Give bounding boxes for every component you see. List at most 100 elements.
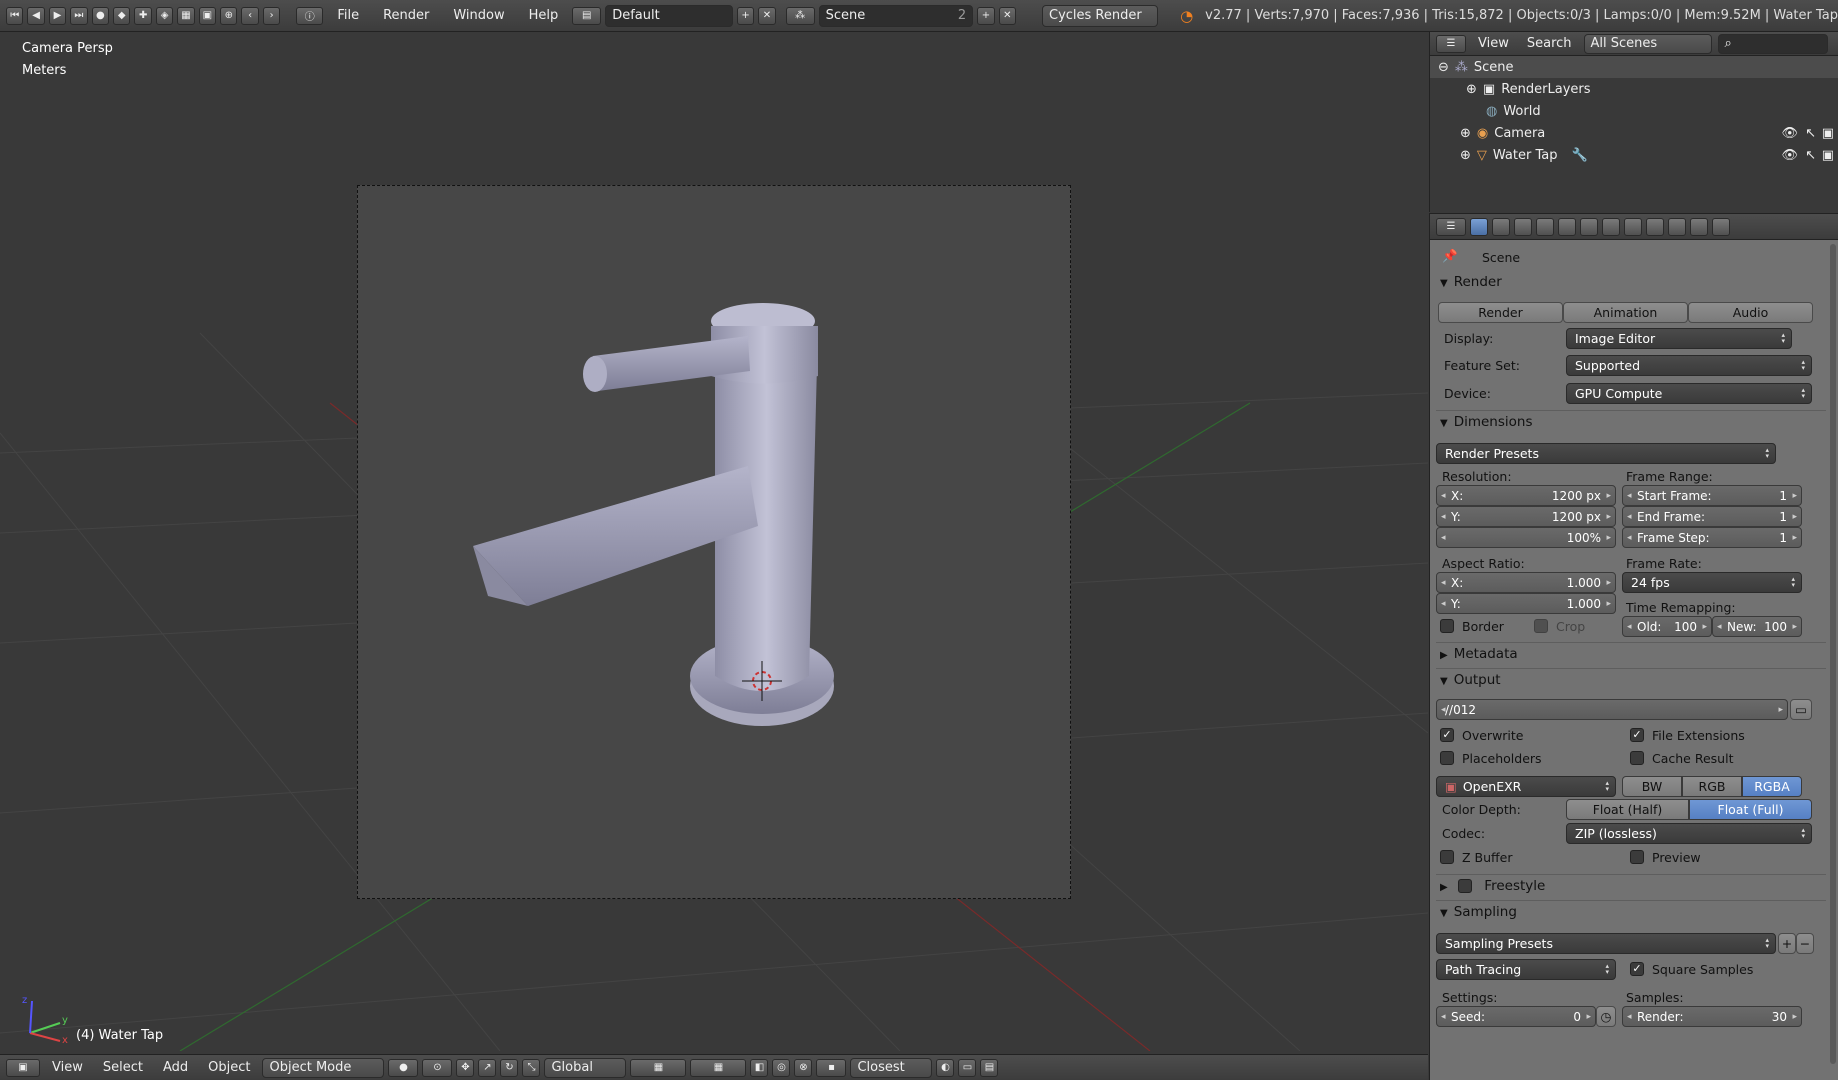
menu-object[interactable]: Object [200, 1060, 258, 1075]
expand-icon[interactable]: ⊕ [1460, 148, 1471, 163]
keying-icon[interactable]: ◆ [113, 6, 131, 25]
render-engine-select[interactable]: Cycles Render [1042, 4, 1159, 27]
render-tab-icon[interactable] [1470, 217, 1488, 236]
z-buffer-checkbox[interactable] [1440, 850, 1454, 864]
codec-select[interactable]: ZIP (lossless) [1566, 823, 1812, 844]
file-format-select[interactable]: ▣ OpenEXR [1436, 776, 1616, 797]
scene-field[interactable]: Scene 2 [818, 4, 974, 27]
remove-layout-icon[interactable]: ✕ [758, 6, 776, 25]
animation-button[interactable]: Animation [1563, 302, 1688, 323]
menu-view[interactable]: View [44, 1060, 91, 1075]
translate-icon[interactable]: ↗ [478, 1058, 497, 1077]
cache-result-checkbox[interactable] [1630, 751, 1644, 765]
outliner-item-renderlayers[interactable]: ⊕ ▣ RenderLayers [1430, 78, 1838, 100]
water-tap-model[interactable] [358, 186, 1072, 900]
end-frame-field[interactable]: End Frame: 1 [1622, 506, 1802, 527]
collapse-icon[interactable]: ⊖ [1438, 60, 1449, 75]
shield-icon[interactable]: ◈ [155, 6, 174, 25]
layers-2-icon[interactable]: ▦ [690, 1058, 747, 1077]
remove-preset-icon[interactable]: − [1796, 933, 1814, 954]
freestyle-panel-header[interactable]: ▶ Freestyle [1430, 878, 1830, 894]
modifiers-tab-icon[interactable] [1602, 217, 1620, 236]
render-preview-icon[interactable]: ◐ [936, 1058, 955, 1077]
shading-icon[interactable]: ● [388, 1058, 419, 1077]
audio-button[interactable]: Audio [1688, 302, 1813, 323]
menu-select[interactable]: Select [95, 1060, 151, 1075]
depth-float-full[interactable]: Float (Full) [1689, 799, 1812, 820]
menu-file[interactable]: File [327, 8, 369, 23]
seed-clock-icon[interactable]: ◷ [1596, 1006, 1616, 1027]
data-tab-icon[interactable] [1624, 217, 1642, 236]
menu-help[interactable]: Help [519, 8, 569, 23]
aspect-x-field[interactable]: X: 1.000 [1436, 572, 1616, 593]
play-icon[interactable]: ▶ [48, 6, 67, 25]
texture-tab-icon[interactable] [1668, 217, 1686, 236]
orientation-select[interactable]: Global [544, 1057, 627, 1078]
properties-editor-icon[interactable]: ☰ [1436, 217, 1466, 236]
sampling-presets-select[interactable]: Sampling Presets [1436, 933, 1776, 954]
manipulator-icon[interactable]: ✥ [456, 1058, 475, 1077]
start-frame-field[interactable]: Start Frame: 1 [1622, 485, 1802, 506]
frame-step-field[interactable]: Frame Step: 1 [1622, 527, 1802, 548]
metadata-panel-header[interactable]: ▶ Metadata [1430, 646, 1830, 662]
file-extensions-checkbox[interactable]: ✓ [1630, 728, 1644, 742]
play-reverse-icon[interactable]: ◀ [27, 6, 45, 25]
add-layout-icon[interactable]: + [736, 6, 755, 25]
camera-icon[interactable]: ▣ [198, 6, 217, 25]
resolution-y-field[interactable]: Y: 1200 px [1436, 506, 1616, 527]
physics-tab-icon[interactable] [1712, 217, 1730, 236]
render-panel-header[interactable]: ▼ Render [1430, 274, 1830, 290]
depth-float-half[interactable]: Float (Half) [1566, 799, 1689, 820]
snap-element-icon[interactable]: ▪ [816, 1058, 847, 1077]
output-path-field[interactable]: //012 [1436, 699, 1788, 720]
expand-icon[interactable]: ⊕ [1466, 82, 1477, 97]
outliner-menu-search[interactable]: Search [1521, 36, 1578, 51]
sampling-panel-header[interactable]: ▼ Sampling [1430, 904, 1830, 920]
jump-end-icon[interactable]: ⏭ [70, 6, 88, 25]
visibility-eye-icon[interactable]: 👁 [1781, 126, 1798, 141]
outliner-search-field[interactable]: ⌕ [1717, 33, 1828, 54]
outliner-menu-view[interactable]: View [1472, 36, 1515, 51]
opengl-anim-icon[interactable]: ▤ [980, 1058, 999, 1077]
particles-tab-icon[interactable] [1690, 217, 1708, 236]
object-tab-icon[interactable] [1558, 217, 1576, 236]
time-new-field[interactable]: New: 100 [1712, 616, 1802, 637]
outliner-item-scene[interactable]: ⊖ ⁂ Scene [1430, 56, 1838, 78]
record-icon[interactable]: ● [91, 6, 110, 25]
freestyle-checkbox[interactable] [1458, 879, 1472, 893]
world-tab-icon[interactable] [1536, 217, 1554, 236]
frame-rate-select[interactable]: 24 fps [1622, 572, 1802, 593]
expand-icon[interactable]: ⊕ [1460, 126, 1471, 141]
editor-type-icon[interactable]: ▣ [6, 1058, 40, 1077]
pin-icon[interactable]: 📌 [1442, 248, 1458, 264]
feature-set-select[interactable]: Supported [1566, 355, 1812, 376]
render-presets-select[interactable]: Render Presets [1436, 443, 1776, 464]
new-file-icon[interactable]: ✚ [134, 6, 152, 25]
select-arrow-icon[interactable]: ↖ [1805, 148, 1816, 163]
render-layers-tab-icon[interactable] [1492, 217, 1510, 236]
outliner-item-world[interactable]: ◍ World [1430, 100, 1838, 122]
snap-icon[interactable]: ⊗ [794, 1058, 813, 1077]
menu-render[interactable]: Render [373, 8, 439, 23]
snap-target-select[interactable]: Closest [850, 1057, 933, 1078]
preview-checkbox[interactable] [1630, 850, 1644, 864]
prev-arrow-icon[interactable]: ‹ [241, 6, 259, 25]
checker-icon[interactable]: ▦ [177, 6, 195, 25]
color-mode-rgb[interactable]: RGB [1682, 776, 1742, 797]
screen-layout-field[interactable]: Default [605, 4, 733, 27]
properties-scrollbar[interactable] [1830, 244, 1836, 1064]
render-camera-icon[interactable]: ▣ [1822, 126, 1834, 141]
outliner-item-water-tap[interactable]: ⊕ ▽ Water Tap 🔧 👁 ↖ ▣ [1430, 144, 1838, 166]
render-camera-icon[interactable]: ▣ [1822, 148, 1834, 163]
mode-select[interactable]: Object Mode [262, 1057, 385, 1078]
square-samples-checkbox[interactable]: ✓ [1630, 962, 1644, 976]
add-circle-icon[interactable]: ⊕ [220, 6, 238, 25]
folder-browse-icon[interactable]: ▭ [1790, 699, 1812, 720]
rotate-icon[interactable]: ↻ [500, 1058, 519, 1077]
jump-start-icon[interactable]: ⏮ [6, 6, 24, 25]
constraints-tab-icon[interactable] [1580, 217, 1598, 236]
outliner-display-mode[interactable]: All Scenes [1583, 33, 1712, 54]
outliner-editor-icon[interactable]: ☰ [1436, 34, 1466, 53]
aspect-y-field[interactable]: Y: 1.000 [1436, 593, 1616, 614]
color-mode-bw[interactable]: BW [1622, 776, 1682, 797]
